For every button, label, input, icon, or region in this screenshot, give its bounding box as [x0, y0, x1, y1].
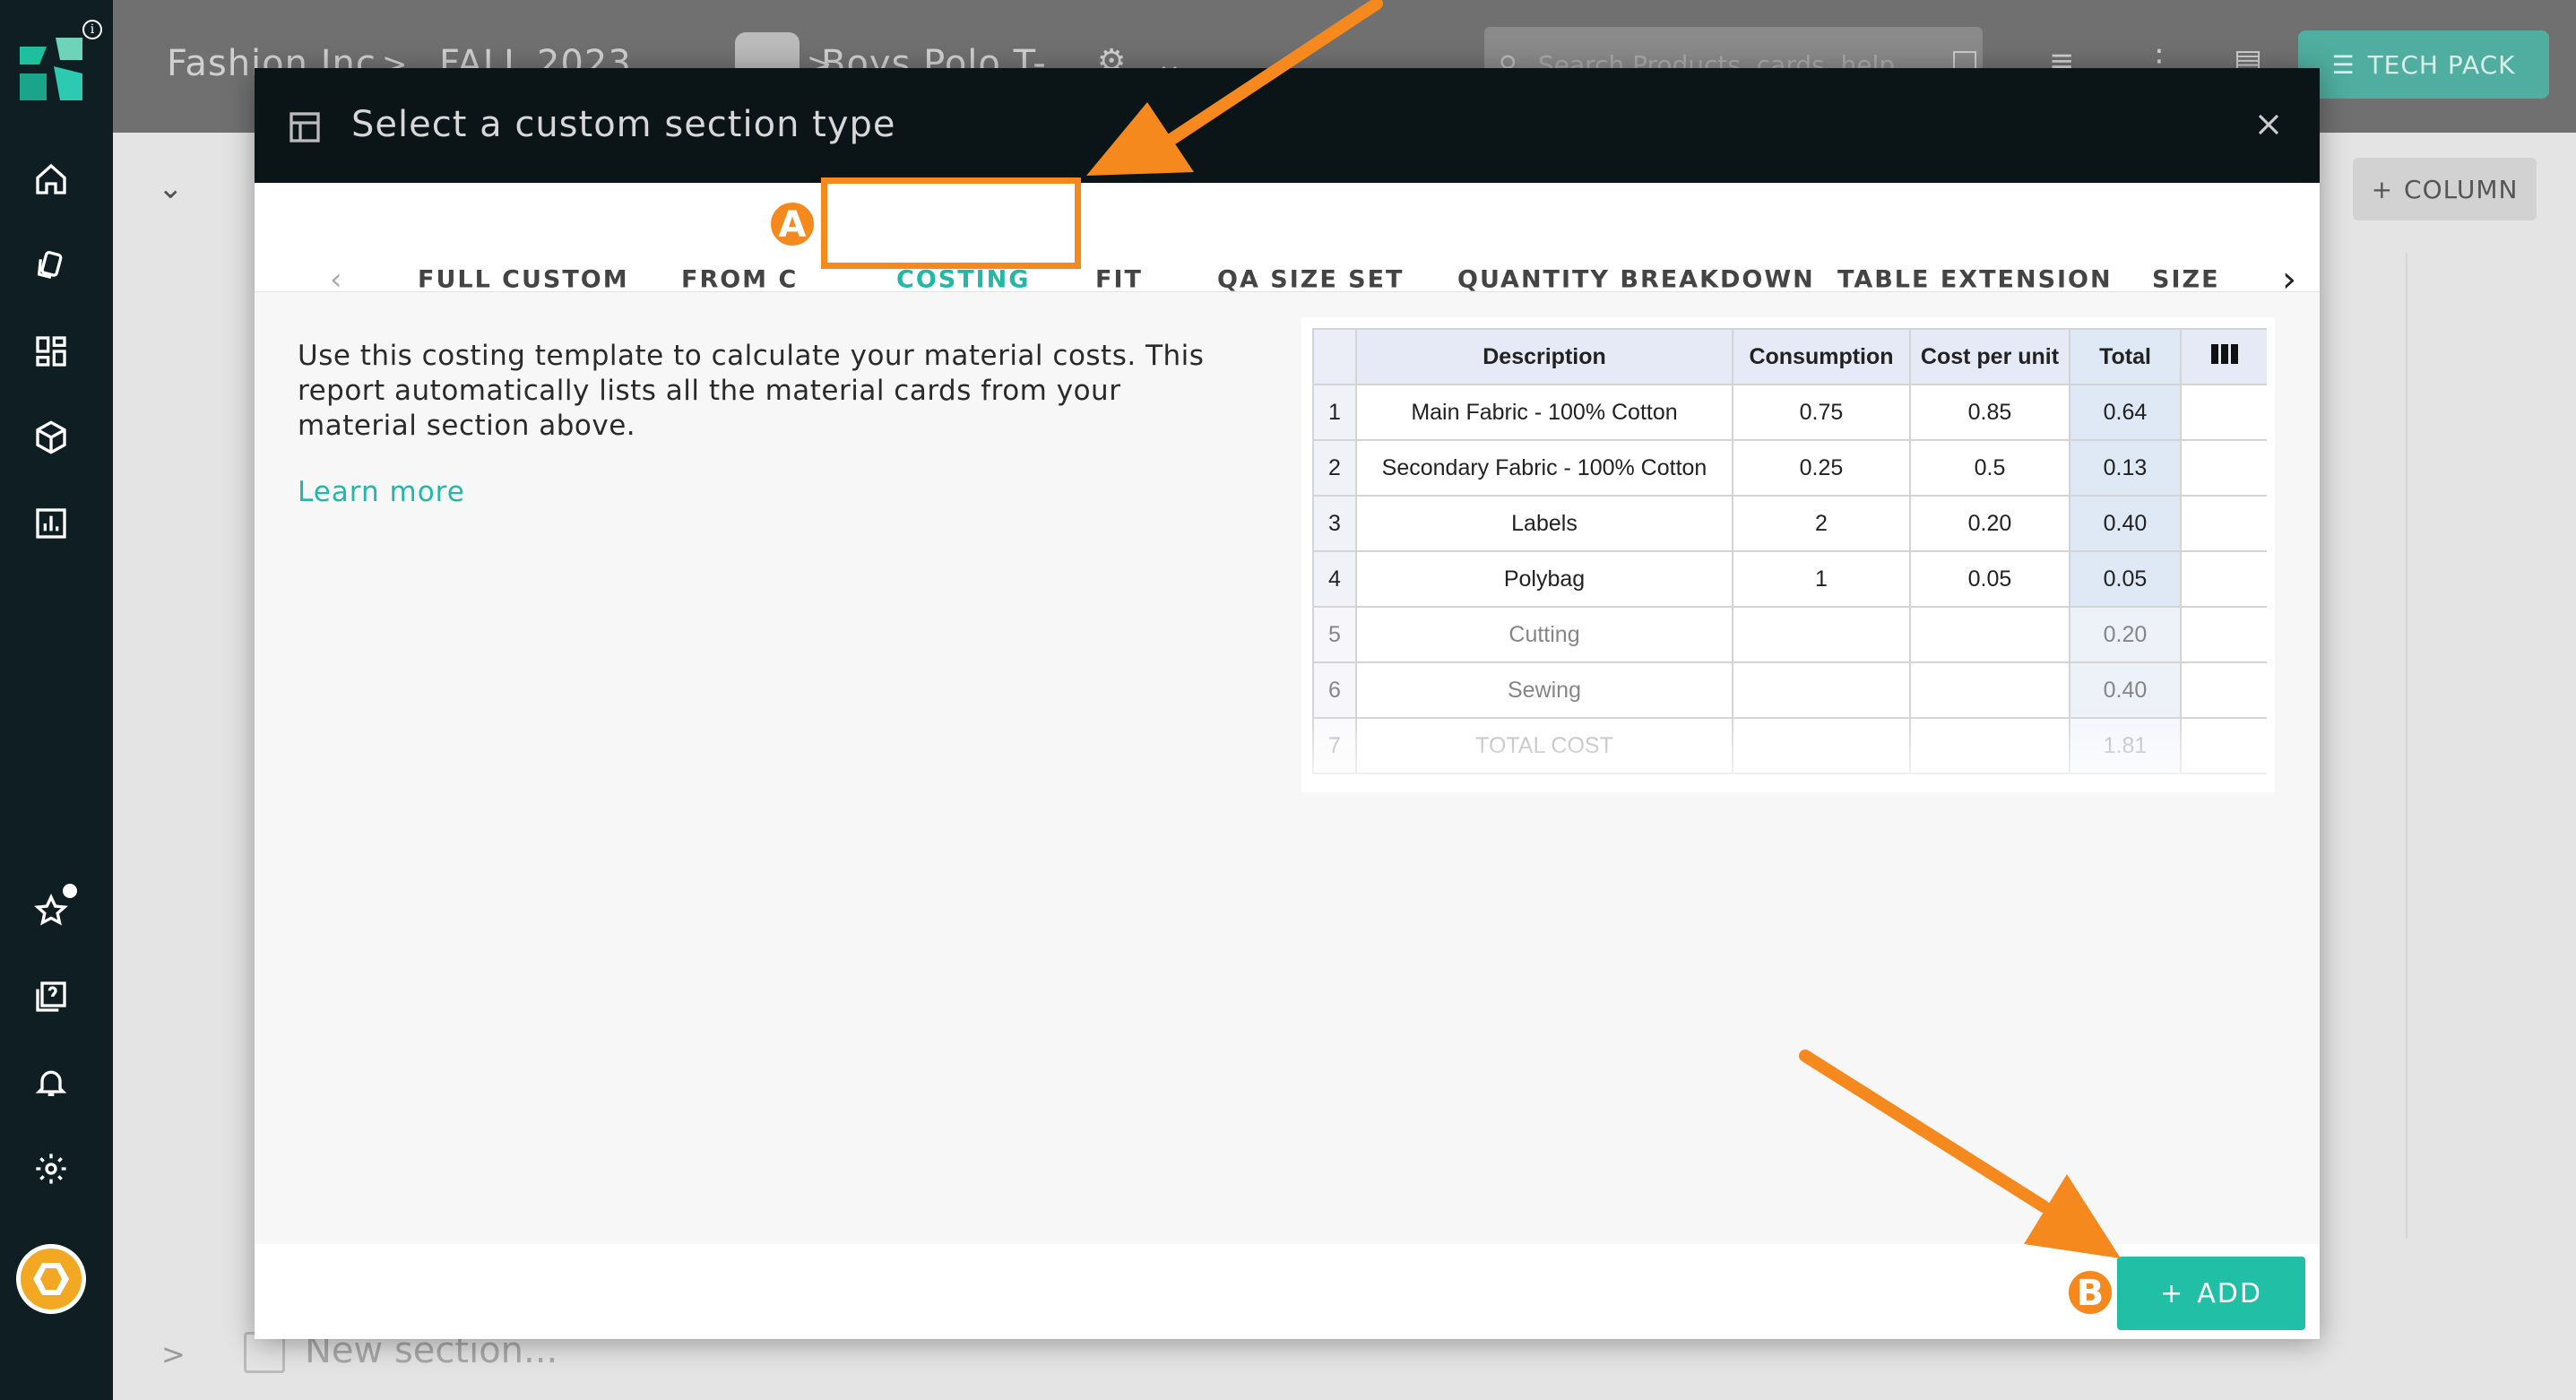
preview-cell — [1909, 606, 2070, 663]
custom-section-modal: Select a custom section type ‹ FULL CUST… — [255, 68, 2320, 1339]
tab-full-custom[interactable]: FULL CUSTOM — [418, 266, 629, 294]
preview-cell: 0.05 — [2069, 550, 2182, 608]
preview-cell: 0.5 — [1909, 439, 2070, 497]
dashboard-icon[interactable] — [30, 330, 73, 373]
preview-cell: 0.20 — [2069, 606, 2182, 663]
preview-fade — [1301, 712, 2275, 792]
column-header: Total — [2069, 328, 2182, 385]
tab-quantity-breakdown[interactable]: QUANTITY BREAKDOWN — [1457, 266, 1815, 294]
cards-icon[interactable] — [30, 244, 73, 287]
preview-cell: 0.20 — [1909, 495, 2070, 552]
collapse-chevron-icon[interactable]: ⌄ — [158, 170, 184, 206]
learn-more-link[interactable]: Learn more — [298, 476, 465, 508]
tab-costing[interactable]: COSTING — [896, 266, 1030, 294]
tab-table-extension[interactable]: TABLE EXTENSION — [1837, 266, 2113, 294]
row-number-header — [1312, 328, 1357, 385]
annotation-badge-a: A — [769, 201, 816, 247]
tab-fit[interactable]: FIT — [1095, 266, 1143, 294]
preview-cell — [2180, 495, 2267, 552]
preview-cell: 0.40 — [2069, 661, 2182, 719]
column-header: Description — [1355, 328, 1733, 385]
add-button[interactable]: + ADD — [2117, 1257, 2305, 1330]
costing-preview-image: Description Consumption Cost per unit To… — [1301, 317, 2275, 792]
tab-size-set[interactable]: SIZE S — [2152, 266, 2224, 294]
preview-cell: 0.05 — [1909, 550, 2070, 608]
section-type-tabs: ‹ FULL CUSTOM FROM C COSTING FIT QA SIZE… — [255, 183, 2320, 300]
plus-icon: + — [2160, 1277, 2185, 1309]
preview-row: 1 Main Fabric - 100% Cotton 0.75 0.85 0.64 — [1312, 384, 2267, 441]
row-number: 2 — [1312, 439, 1357, 497]
preview-row: 6 Sewing 0.40 — [1312, 661, 2267, 719]
layers-icon: ☰ — [2331, 49, 2356, 80]
help-icon[interactable] — [30, 975, 73, 1018]
preview-cell: 0.40 — [2069, 495, 2182, 552]
preview-cell: 0.75 — [1732, 384, 1911, 441]
preview-cell — [2180, 661, 2267, 719]
preview-cell: 0.64 — [2069, 384, 2182, 441]
tabs-scroll-right-icon[interactable]: › — [2282, 259, 2298, 300]
settings-gear-icon[interactable] — [30, 1147, 73, 1190]
column-header: Consumption — [1732, 328, 1911, 385]
user-avatar[interactable] — [16, 1244, 86, 1314]
preview-row: 2 Secondary Fabric - 100% Cotton 0.25 0.5 0.… — [1312, 439, 2267, 497]
avatar-hexagon-icon — [33, 1263, 69, 1295]
preview-cell: Polybag — [1355, 550, 1733, 608]
preview-cell: 0.25 — [1732, 439, 1911, 497]
home-icon[interactable] — [30, 158, 73, 201]
preview-cell — [1909, 661, 2070, 719]
row-number: 4 — [1312, 550, 1357, 608]
tabs-scroll-left-icon[interactable]: ‹ — [330, 262, 344, 298]
tech-pack-label: TECH PACK — [2367, 49, 2516, 80]
preview-cell — [2180, 439, 2267, 497]
preview-cell — [2180, 550, 2267, 608]
modal-header: Select a custom section type — [255, 68, 2320, 183]
preview-cell — [2180, 384, 2267, 441]
preview-row: 5 Cutting 0.20 — [1312, 606, 2267, 663]
preview-cell — [2180, 606, 2267, 663]
preview-row: 4 Polybag 1 0.05 0.05 — [1312, 550, 2267, 608]
preview-cell: 1 — [1732, 550, 1911, 608]
notification-dot — [63, 884, 77, 898]
tab-qa-size-set[interactable]: QA SIZE SET — [1217, 266, 1404, 294]
add-button-label: ADD — [2197, 1277, 2262, 1309]
preview-cell: Main Fabric - 100% Cotton — [1355, 384, 1733, 441]
preview-cell — [1732, 606, 1911, 663]
app-logo-icon[interactable] — [20, 38, 82, 100]
preview-cell: Cutting — [1355, 606, 1733, 663]
modal-title: Select a custom section type — [351, 104, 896, 145]
info-icon[interactable]: i — [82, 20, 102, 39]
preview-cell: Secondary Fabric - 100% Cotton — [1355, 439, 1733, 497]
table-layout-icon — [290, 112, 320, 143]
tech-pack-button[interactable]: ☰ TECH PACK — [2298, 30, 2549, 99]
modal-footer — [255, 1244, 2320, 1339]
preview-cell: Sewing — [1355, 661, 1733, 719]
expand-chevron-icon[interactable]: > — [161, 1337, 186, 1371]
bell-icon[interactable] — [30, 1061, 73, 1104]
row-number: 1 — [1312, 384, 1357, 441]
sidebar: i — [0, 0, 113, 1400]
preview-cell — [1732, 661, 1911, 719]
preview-row: 3 Labels 2 0.20 0.40 — [1312, 495, 2267, 552]
close-icon[interactable] — [2255, 111, 2282, 138]
preview-cell: 0.85 — [1909, 384, 2070, 441]
add-column-label: COLUMN — [2404, 174, 2519, 204]
tab-from-copy[interactable]: FROM C — [681, 266, 798, 294]
preview-cell: 0.13 — [2069, 439, 2182, 497]
columns-icon — [2180, 328, 2267, 385]
preview-cell: 2 — [1732, 495, 1911, 552]
add-column-button[interactable]: + COLUMN — [2353, 158, 2537, 220]
annotation-badge-b: B — [2067, 1269, 2114, 1316]
plus-icon: + — [2371, 174, 2394, 204]
costing-tab-highlight — [821, 177, 1081, 269]
preview-cell: Labels — [1355, 495, 1733, 552]
package-icon[interactable] — [30, 416, 73, 459]
row-number: 5 — [1312, 606, 1357, 663]
column-header: Cost per unit — [1909, 328, 2070, 385]
costing-preview-table: Description Consumption Cost per unit To… — [1312, 328, 2267, 774]
reports-icon[interactable] — [30, 502, 73, 545]
template-description: Use this costing template to calculate y… — [298, 340, 1205, 442]
row-number: 6 — [1312, 661, 1357, 719]
row-number: 3 — [1312, 495, 1357, 552]
